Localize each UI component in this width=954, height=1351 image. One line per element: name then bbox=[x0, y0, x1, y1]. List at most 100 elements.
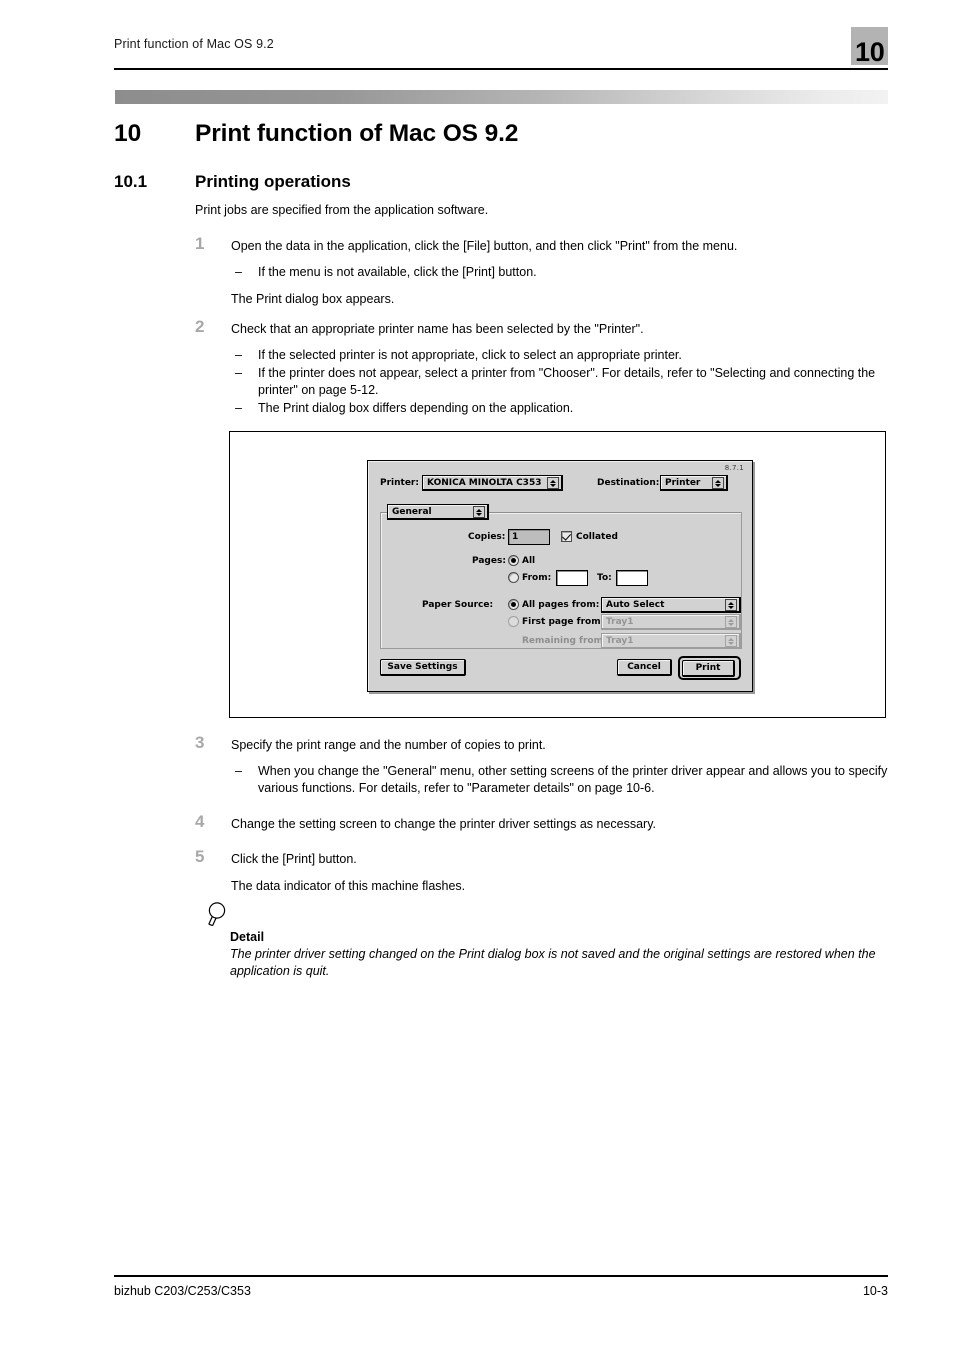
chapter-badge-number: 10 bbox=[855, 37, 885, 67]
pages-label: Pages: bbox=[472, 556, 506, 566]
dash-marker: – bbox=[235, 764, 242, 778]
step-2-bullet-2: If the printer does not appear, select a… bbox=[258, 366, 876, 397]
first-page-from-radio[interactable] bbox=[508, 616, 519, 627]
step-5-after: The data indicator of this machine flash… bbox=[231, 879, 466, 893]
mac-print-dialog: 8.7.1 Printer: KONICA MINOLTA C353 Desti… bbox=[367, 460, 753, 692]
step-2-number: 2 bbox=[195, 317, 205, 336]
step-1-text: Open the data in the application, click … bbox=[231, 239, 738, 253]
list-item: – If the menu is not available, click the… bbox=[231, 264, 890, 281]
step-5-text: Click the [Print] button. bbox=[231, 852, 357, 866]
pane-select[interactable]: General bbox=[387, 504, 489, 520]
page-header: Print function of Mac OS 9.2 bbox=[114, 36, 888, 70]
intro-paragraph: Print jobs are specified from the applic… bbox=[195, 203, 489, 217]
step-3-number: 3 bbox=[195, 733, 205, 752]
dash-marker: – bbox=[235, 366, 242, 380]
printer-select[interactable]: KONICA MINOLTA C353 bbox=[422, 475, 563, 491]
collated-label: Collated bbox=[576, 532, 618, 542]
figure-print-dialog: 8.7.1 Printer: KONICA MINOLTA C353 Desti… bbox=[229, 431, 886, 718]
section-heading-number: 10.1 bbox=[114, 172, 148, 191]
first-page-from-select: Tray1 bbox=[601, 614, 741, 630]
step-2-bullets: – If the selected printer is not appropri… bbox=[231, 347, 890, 417]
cancel-button[interactable]: Cancel bbox=[617, 659, 672, 676]
driver-version-label: 8.7.1 bbox=[724, 464, 744, 472]
printer-label: Printer: bbox=[380, 478, 419, 488]
step-3: 3 Specify the print range and the number… bbox=[195, 733, 890, 798]
chapter-heading-title: Print function of Mac OS 9.2 bbox=[195, 120, 519, 147]
section-heading: 10.1 Printing operations bbox=[114, 171, 894, 193]
destination-select[interactable]: Printer bbox=[660, 475, 728, 491]
dash-marker: – bbox=[235, 348, 242, 362]
step-3-bullet-1: When you change the "General" menu, othe… bbox=[258, 764, 888, 795]
step-5: 5 Click the [Print] button. The data ind… bbox=[195, 847, 890, 895]
step-1-bullets: – If the menu is not available, click the… bbox=[231, 264, 890, 281]
pages-from-input[interactable] bbox=[556, 570, 588, 586]
chevron-updown-icon bbox=[725, 635, 737, 647]
chapter-badge: 10 bbox=[851, 27, 888, 67]
chevron-updown-icon bbox=[725, 599, 737, 611]
print-button[interactable]: Print bbox=[682, 660, 735, 677]
step-4-text: Change the setting screen to change the … bbox=[231, 817, 657, 831]
page-footer: bizhub C203/C253/C353 10-3 bbox=[114, 1275, 888, 1305]
list-item: – If the printer does not appear, select … bbox=[231, 365, 890, 399]
dash-marker: – bbox=[235, 401, 242, 415]
chevron-updown-icon bbox=[712, 477, 724, 489]
pages-from-label: From: bbox=[522, 573, 552, 583]
step-5-number: 5 bbox=[195, 847, 205, 866]
pages-all-radio[interactable] bbox=[508, 555, 519, 566]
printer-select-value: KONICA MINOLTA C353 bbox=[427, 478, 542, 488]
collated-checkbox[interactable] bbox=[561, 531, 572, 542]
step-1: 1 Open the data in the application, clic… bbox=[195, 234, 890, 308]
list-item: – If the selected printer is not appropri… bbox=[231, 347, 890, 364]
first-page-from-label: First page from: bbox=[522, 617, 605, 627]
header-rule bbox=[114, 68, 888, 70]
pages-all-label: All bbox=[522, 556, 536, 566]
destination-select-value: Printer bbox=[665, 478, 701, 488]
destination-label: Destination: bbox=[597, 478, 660, 488]
step-2-bullet-3: The Print dialog box differs depending o… bbox=[258, 401, 574, 415]
step-2-bullet-1: If the selected printer is not appropria… bbox=[258, 348, 682, 362]
footer-product-name: bizhub C203/C253/C353 bbox=[114, 1284, 251, 1298]
remaining-from-select: Tray1 bbox=[601, 633, 741, 649]
footer-rule bbox=[114, 1275, 888, 1277]
section-heading-title: Printing operations bbox=[195, 172, 351, 191]
copies-input[interactable]: 1 bbox=[508, 529, 550, 545]
chevron-updown-icon bbox=[473, 506, 485, 518]
detail-note: Detail The printer driver setting change… bbox=[230, 929, 890, 980]
save-settings-button[interactable]: Save Settings bbox=[380, 659, 466, 676]
chapter-heading: 10 Print function of Mac OS 9.2 bbox=[114, 119, 894, 149]
pages-to-label: To: bbox=[597, 573, 612, 583]
pages-to-input[interactable] bbox=[616, 570, 648, 586]
running-header-title: Print function of Mac OS 9.2 bbox=[114, 37, 274, 51]
all-pages-from-select[interactable]: Auto Select bbox=[601, 597, 741, 613]
pane-select-value: General bbox=[392, 507, 432, 517]
step-2: 2 Check that an appropriate printer name… bbox=[195, 317, 890, 418]
paper-source-label: Paper Source: bbox=[422, 600, 494, 610]
step-4: 4 Change the setting screen to change th… bbox=[195, 812, 890, 833]
copies-input-value: 1 bbox=[512, 532, 519, 542]
list-item: – The Print dialog box differs depending … bbox=[231, 400, 890, 417]
chapter-gradient-bar bbox=[115, 90, 888, 104]
all-pages-from-select-value: Auto Select bbox=[606, 600, 665, 610]
chevron-updown-icon bbox=[725, 616, 737, 628]
remaining-from-select-value: Tray1 bbox=[606, 636, 634, 646]
magnifier-icon bbox=[207, 901, 231, 928]
dash-marker: – bbox=[235, 265, 242, 279]
save-settings-button-label: Save Settings bbox=[387, 662, 458, 672]
detail-note-title: Detail bbox=[230, 930, 265, 944]
step-3-text: Specify the print range and the number o… bbox=[231, 738, 546, 752]
list-item: – When you change the "General" menu, oth… bbox=[231, 763, 890, 797]
step-3-bullets: – When you change the "General" menu, oth… bbox=[231, 763, 890, 797]
step-4-number: 4 bbox=[195, 812, 205, 831]
cancel-button-label: Cancel bbox=[627, 662, 661, 672]
step-1-bullet-1: If the menu is not available, click the … bbox=[258, 265, 537, 279]
chapter-heading-number: 10 bbox=[114, 120, 142, 147]
remaining-from-label: Remaining from: bbox=[522, 636, 607, 646]
step-2-text: Check that an appropriate printer name h… bbox=[231, 322, 644, 336]
chevron-updown-icon bbox=[547, 477, 559, 489]
step-1-after: The Print dialog box appears. bbox=[231, 292, 395, 306]
all-pages-from-radio[interactable] bbox=[508, 599, 519, 610]
footer-page-number: 10-3 bbox=[862, 1284, 888, 1298]
all-pages-from-label: All pages from: bbox=[522, 600, 600, 610]
print-button-label: Print bbox=[695, 663, 721, 673]
pages-range-radio[interactable] bbox=[508, 572, 519, 583]
